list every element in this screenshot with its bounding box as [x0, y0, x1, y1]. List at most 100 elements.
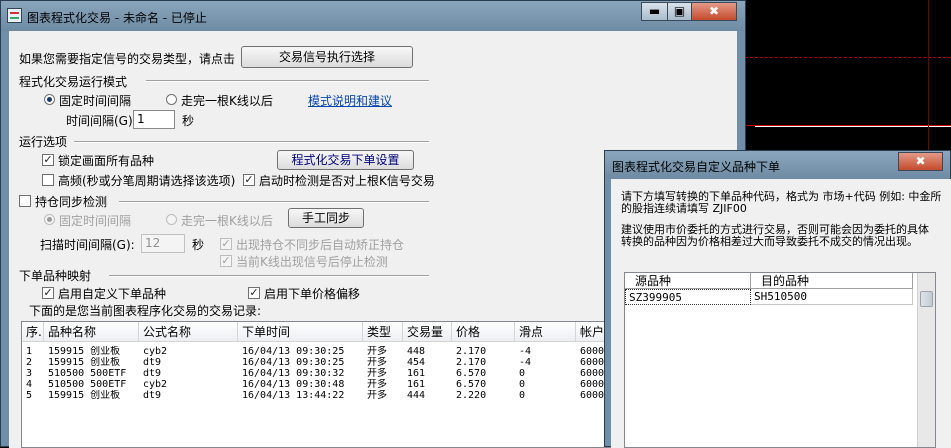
table-cell: 开多: [367, 368, 387, 379]
radio-fixed-interval[interactable]: [44, 94, 55, 105]
interval-input[interactable]: 1: [133, 110, 175, 129]
table-cell: 3: [26, 368, 33, 379]
dialog-titlebar[interactable]: 图表程式化交易自定义品种下单 ✖: [605, 151, 950, 179]
table-cell: 2: [26, 357, 33, 368]
table-cell: 6000: [580, 390, 605, 401]
custom-symbol-checkbox[interactable]: ✓: [42, 287, 54, 299]
scan-input[interactable]: 12: [141, 234, 185, 253]
dialog-warning: 建议使用市价委托的方式进行交易，否则可能会因为委托的具体转换的品种因为价格相差过…: [621, 223, 929, 248]
table-cell: 161: [407, 379, 426, 390]
table-cell: 2.170: [456, 346, 487, 357]
options-group-label: 运行选项: [19, 135, 68, 149]
dialog-description: 请下方填写转换的下单品种代码，格式为 市场+代码 例如: 中金所的股指连续请填写…: [621, 190, 942, 215]
table-cell: 454: [407, 357, 426, 368]
interval-unit: 秒: [182, 114, 195, 128]
column-header[interactable]: 交易量: [403, 322, 452, 342]
sync-checkbox[interactable]: [19, 195, 31, 207]
minimize-button[interactable]: ▬: [641, 2, 668, 21]
table-cell: 16/04/13 09:30:32: [242, 368, 345, 379]
table-cell: 161: [407, 368, 426, 379]
table-cell: 448: [407, 346, 426, 357]
table-cell: 444: [407, 390, 426, 401]
price-offset-label: 启用下单价格偏移: [264, 287, 361, 301]
column-header[interactable]: 序.: [22, 322, 44, 342]
lock-all-label: 锁定画面所有品种: [58, 154, 155, 168]
signal-prompt: 如果您需要指定信号的交易类型，请点击: [19, 52, 236, 66]
dialog-title: 图表程式化交易自定义品种下单: [612, 160, 781, 174]
table-cell: 6.570: [456, 368, 487, 379]
lock-all-checkbox[interactable]: ✓: [42, 154, 54, 166]
app-icon: [7, 8, 22, 23]
scrollbar-thumb[interactable]: [920, 291, 933, 307]
table-cell: 159915 创业板: [48, 390, 121, 401]
table-cell: dt9: [143, 368, 162, 379]
group-divider: [74, 141, 429, 143]
price-offset-checkbox[interactable]: ✓: [248, 287, 260, 299]
map-group-label: 下单品种映射: [19, 269, 92, 283]
stop-on-signal-checkbox[interactable]: ✓: [220, 255, 232, 267]
table-cell: 0: [519, 368, 526, 379]
table-cell: 0: [519, 379, 526, 390]
table-cell: 开多: [367, 379, 387, 390]
maximize-button[interactable]: ▣: [667, 2, 692, 21]
radio-kline-complete[interactable]: [166, 94, 177, 105]
column-header[interactable]: 公式名称: [139, 322, 238, 342]
custom-symbol-dialog: 图表程式化交易自定义品种下单 ✖ 请下方填写转换的下单品种代码，格式为 市场+代…: [604, 150, 951, 448]
table-cell: 5: [26, 390, 33, 401]
manual-sync-button[interactable]: 手工同步: [288, 208, 364, 228]
interval-label: 时间间隔(G):: [66, 114, 137, 128]
table-cell: dt9: [143, 390, 162, 401]
sync-radio-kline[interactable]: [166, 214, 177, 225]
column-header[interactable]: 价格: [452, 322, 515, 342]
high-freq-checkbox[interactable]: [42, 174, 54, 186]
auto-fix-label: 出现持仓不同步后自动矫正持仓: [236, 238, 405, 252]
mode-group-label: 程式化交易运行模式: [19, 75, 128, 89]
radio-kline-label: 走完一根K线以后: [181, 94, 273, 108]
table-cell: 2.220: [456, 390, 487, 401]
sync-group-label: 持仓同步检测: [35, 195, 108, 209]
close-button[interactable]: ✖: [691, 2, 737, 21]
grid-cell-target[interactable]: SH510500: [751, 289, 913, 305]
high-freq-label: 高频(秒或分笔周期请选择该选项): [58, 174, 236, 188]
grid-scrollbar[interactable]: [917, 273, 935, 447]
main-title: 图表程式化交易 - 未命名 - 已停止: [27, 11, 207, 25]
group-divider: [119, 201, 429, 203]
table-cell: 510500 500ETF: [48, 379, 127, 390]
mode-help-link[interactable]: 模式说明和建议: [308, 92, 392, 109]
grid-header-source: 源品种: [625, 273, 751, 289]
table-cell: 16/04/13 13:44:22: [242, 390, 345, 401]
table-cell: 16/04/13 09:30:48: [242, 379, 345, 390]
records-caption: 下面的是您当前图表程序化交易的交易记录:: [29, 304, 262, 318]
order-settings-button[interactable]: 程式化交易下单设置: [277, 150, 414, 170]
signal-select-button[interactable]: 交易信号执行选择: [241, 46, 413, 68]
table-cell: -4: [519, 357, 532, 368]
table-cell: 16/04/13 09:30:25: [242, 357, 345, 368]
column-header[interactable]: 类型: [363, 322, 403, 342]
radio-fixed-label: 固定时间间隔: [59, 94, 132, 108]
sync-radio-fixed[interactable]: [44, 214, 55, 225]
table-cell: 6000: [580, 379, 605, 390]
dialog-client: 请下方填写转换的下单品种代码，格式为 市场+代码 例如: 中金所的股指连续请填写…: [611, 179, 951, 448]
auto-fix-checkbox[interactable]: ✓: [220, 238, 232, 250]
table-cell: 开多: [367, 390, 387, 401]
table-cell: 6000: [580, 357, 605, 368]
column-header[interactable]: 品种名称: [44, 322, 139, 342]
table-cell: 开多: [367, 357, 387, 368]
symbol-map-grid[interactable]: 源品种 目的品种 SZ399905 SH510500: [624, 272, 936, 448]
table-cell: 1: [26, 346, 33, 357]
dialog-close-button[interactable]: ✖: [898, 152, 943, 171]
table-cell: 6000: [580, 346, 605, 357]
startup-check-checkbox[interactable]: ✓: [243, 174, 255, 186]
column-header[interactable]: 滑点: [515, 322, 576, 342]
table-cell: 159915 创业板: [48, 357, 121, 368]
group-divider: [109, 275, 429, 277]
table-cell: cyb2: [143, 379, 168, 390]
scan-label: 扫描时间间隔(G):: [40, 238, 135, 252]
table-cell: 4: [26, 379, 33, 390]
table-cell: -4: [519, 346, 532, 357]
grid-cell-source[interactable]: SZ399905: [625, 289, 751, 305]
table-cell: cyb2: [143, 346, 168, 357]
column-header[interactable]: 下单时间: [238, 322, 363, 342]
main-titlebar[interactable]: 图表程式化交易 - 未命名 - 已停止 ▬ ▣ ✖: [1, 1, 745, 31]
table-cell: 510500 500ETF: [48, 368, 127, 379]
